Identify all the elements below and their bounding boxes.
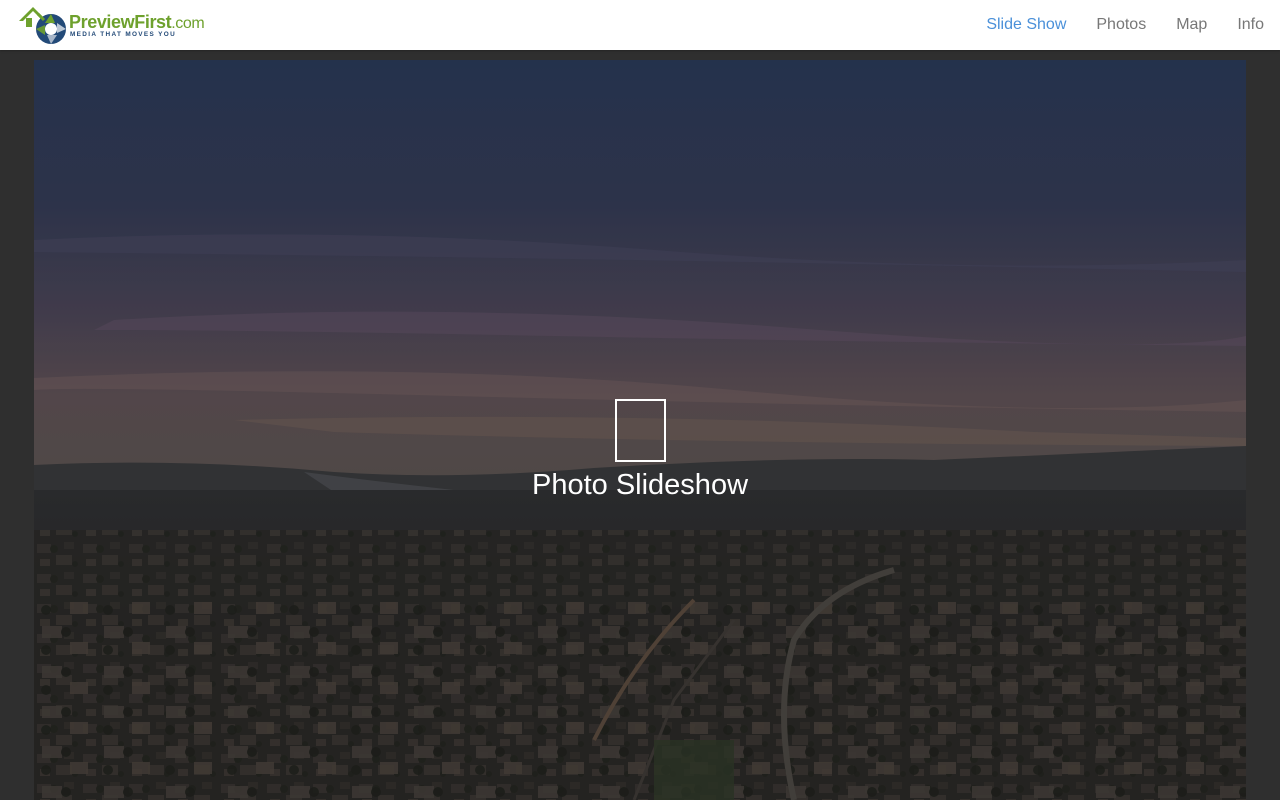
nav-map[interactable]: Map — [1176, 16, 1207, 34]
main-nav: Slide Show Photos Map Info — [956, 0, 1264, 50]
brand-tagline: MEDIA THAT MOVES YOU — [70, 31, 177, 38]
nav-photos[interactable]: Photos — [1096, 16, 1146, 34]
nav-info[interactable]: Info — [1237, 16, 1264, 34]
top-navbar: PreviewFirst.com MEDIA THAT MOVES YOU Sl… — [0, 0, 1280, 50]
slideshow-hero[interactable]: Photo Slideshow — [34, 60, 1246, 800]
brand-logo[interactable]: PreviewFirst.com MEDIA THAT MOVES YOU — [18, 4, 208, 46]
nav-slide-show[interactable]: Slide Show — [986, 16, 1066, 34]
play-icon[interactable] — [614, 399, 666, 462]
logo-mark-icon — [19, 7, 66, 44]
slideshow-cta[interactable]: Photo Slideshow — [34, 399, 1246, 502]
slideshow-label: Photo Slideshow — [531, 469, 749, 501]
